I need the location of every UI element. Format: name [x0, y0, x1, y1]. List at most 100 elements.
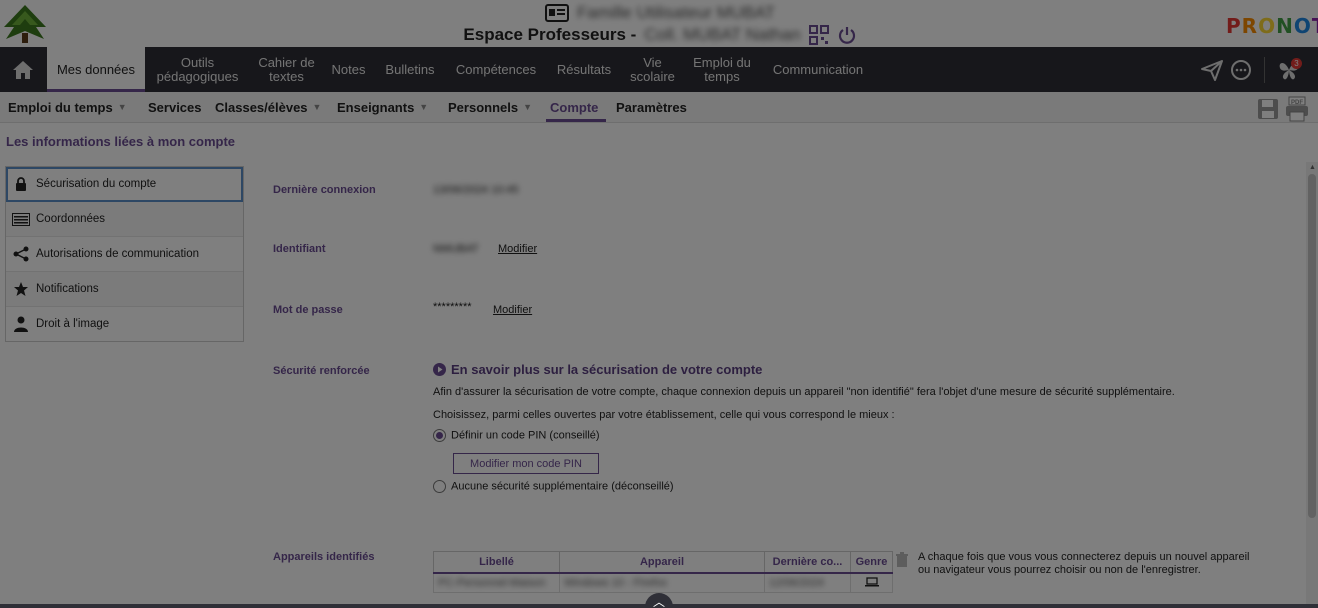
subnav-compte[interactable]: Compte — [545, 92, 607, 122]
menu-item-autorisations[interactable]: Autorisations de communication — [6, 237, 243, 272]
col-genre[interactable]: Genre — [850, 551, 893, 574]
top-header: Famille Utilisateur MUBAT Espace Profess… — [0, 0, 1318, 47]
col-appareil[interactable]: Appareil — [559, 551, 765, 574]
send-icon[interactable] — [1200, 58, 1224, 82]
play-circle-icon — [433, 363, 446, 376]
menu-item-label: Sécurisation du compte — [36, 178, 157, 190]
login-value: NMUBAT — [433, 243, 479, 255]
row-genre — [850, 572, 893, 593]
account-details: Dernière connexion 13/06/2024 10:45 Iden… — [264, 162, 1282, 608]
security-instruction: Choisissez, parmi celles ouvertes par vo… — [433, 409, 895, 421]
space-title: Espace Professeurs - — [463, 25, 637, 44]
col-derniere-connexion[interactable]: Dernière co... — [764, 551, 851, 574]
save-icon[interactable] — [1257, 98, 1279, 120]
modify-login-link[interactable]: Modifier — [498, 243, 537, 255]
scrollbar[interactable]: ▲ — [1306, 162, 1318, 608]
menu-item-label: Droit à l'image — [36, 318, 110, 330]
laptop-icon — [864, 576, 879, 586]
last-login-card: Dernière connexion 13/06/2024 10:45 — [264, 165, 1282, 212]
last-login-label: Dernière connexion — [273, 184, 376, 196]
print-pdf-icon[interactable]: PDF — [1285, 96, 1309, 122]
sub-nav: Emploi du temps ▼ Services Classes/élèves… — [0, 92, 1318, 123]
last-login-value: 13/06/2024 10:45 — [433, 184, 519, 196]
card-icon — [12, 212, 30, 226]
subnav-services[interactable]: Services — [148, 92, 202, 122]
menu-item-securisation[interactable]: Sécurisation du compte — [6, 167, 243, 202]
notification-badge: 3 — [1291, 58, 1302, 69]
discussion-icon[interactable] — [1229, 58, 1253, 82]
nav-cahier-de-textes[interactable]: Cahier de textes — [254, 47, 319, 92]
menu-item-label: Notifications — [36, 283, 99, 295]
nav-emploi-du-temps[interactable]: Emploi du temps — [688, 47, 756, 92]
chevron-down-icon: ▼ — [419, 102, 429, 112]
password-value: ********* — [433, 301, 472, 313]
page: Famille Utilisateur MUBAT Espace Profess… — [0, 0, 1318, 608]
login-label: Identifiant — [273, 243, 326, 255]
page-title: Les informations liées à mon compte — [6, 134, 235, 149]
subnav-parametres[interactable]: Paramètres — [616, 92, 687, 122]
nav-mes-donnees[interactable]: Mes données — [47, 47, 145, 92]
user-name: Famille Utilisateur MUBAT — [576, 3, 776, 22]
subnav-enseignants[interactable]: Enseignants ▼ — [337, 92, 428, 122]
security-label: Sécurité renforcée — [273, 365, 370, 377]
subnav-classes-eleves[interactable]: Classes/élèves ▼ — [215, 92, 321, 122]
devices-note: A chaque fois que vous vous connecterez … — [918, 551, 1250, 576]
nav-resultats[interactable]: Résultats — [551, 47, 617, 92]
nav-notes[interactable]: Notes — [327, 47, 370, 92]
nav-communication[interactable]: Communication — [764, 47, 872, 92]
table-row[interactable]: PC-Personnel-Maison Windows 10 - Firefox… — [433, 572, 893, 593]
qr-code-icon[interactable] — [808, 25, 829, 45]
main-nav: Mes données Outils pédagogiques Cahier d… — [0, 47, 1318, 92]
security-description: Afin d'assurer la sécurisation de votre … — [433, 386, 1175, 398]
scroll-thumb[interactable] — [1308, 174, 1316, 518]
nav-bulletins[interactable]: Bulletins — [380, 47, 440, 92]
home-icon — [12, 60, 33, 79]
security-card: Sécurité renforcée En savoir plus sur la… — [264, 348, 1282, 518]
header-center: Famille Utilisateur MUBAT Espace Profess… — [440, 2, 880, 46]
chevron-down-icon: ▼ — [523, 102, 533, 112]
menu-item-coordonnees[interactable]: Coordonnées — [6, 202, 243, 237]
scroll-up-icon[interactable]: ▲ — [1309, 164, 1316, 171]
pronote-logo: PRONOTE — [1226, 14, 1318, 38]
nav-divider — [1264, 57, 1265, 83]
row-derniere-connexion: 12/06/2024 — [764, 572, 851, 593]
radio-none[interactable] — [433, 480, 446, 493]
nav-vie-scolaire[interactable]: Vie scolaire — [625, 47, 680, 92]
pdf-label: PDF — [1291, 100, 1303, 106]
devices-label: Appareils identifiés — [273, 551, 375, 563]
person-icon — [14, 316, 28, 332]
modify-password-link[interactable]: Modifier — [493, 304, 532, 316]
share-icon — [13, 246, 29, 262]
star-icon — [14, 282, 28, 296]
nav-competences[interactable]: Compétences — [451, 47, 541, 92]
subnav-personnels[interactable]: Personnels ▼ — [448, 92, 532, 122]
security-info-link[interactable]: En savoir plus sur la sécurisation de vo… — [433, 362, 762, 377]
trash-icon[interactable] — [895, 552, 909, 568]
devices-table: Libellé Appareil Dernière co... Genre PC… — [433, 551, 893, 593]
menu-item-label: Autorisations de communication — [36, 248, 199, 260]
row-libelle: PC-Personnel-Maison — [433, 572, 560, 593]
menu-item-droit-image[interactable]: Droit à l'image — [6, 307, 243, 341]
school-logo-icon — [4, 5, 46, 43]
home-button[interactable] — [0, 47, 45, 92]
menu-item-notifications[interactable]: Notifications — [6, 272, 243, 307]
school-name: Coll. MUBAT Nathan — [644, 25, 801, 44]
col-libelle[interactable]: Libellé — [433, 551, 560, 574]
subnav-emploi-du-temps[interactable]: Emploi du temps ▼ — [8, 92, 127, 122]
option-pin[interactable]: Définir un code PIN (conseillé) — [433, 429, 600, 442]
account-menu: Sécurisation du compte Coordonnées Autor… — [5, 166, 244, 342]
row-appareil: Windows 10 - Firefox — [559, 572, 765, 593]
power-icon[interactable] — [837, 25, 857, 45]
password-card: Mot de passe ********* Modifier — [264, 287, 1282, 334]
devices-card: Appareils identifiés Libellé Appareil De… — [264, 532, 1282, 608]
lock-icon — [16, 177, 26, 191]
radio-pin[interactable] — [433, 429, 446, 442]
option-none[interactable]: Aucune sécurité supplémentaire (déconsei… — [433, 480, 674, 493]
modify-pin-button[interactable]: Modifier mon code PIN — [453, 453, 599, 474]
password-label: Mot de passe — [273, 304, 343, 316]
nav-outils-pedagogiques[interactable]: Outils pédagogiques — [150, 47, 245, 92]
chevron-down-icon: ▼ — [312, 102, 322, 112]
id-card-icon — [544, 4, 569, 22]
chevron-down-icon: ▼ — [117, 102, 127, 112]
login-card: Identifiant NMUBAT Modifier — [264, 226, 1282, 273]
